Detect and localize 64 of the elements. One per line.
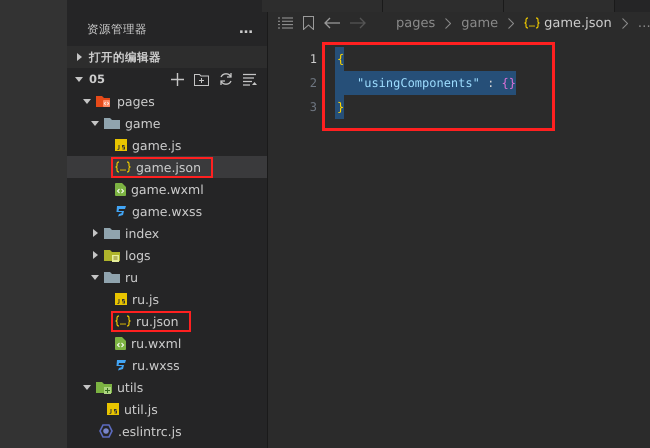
caret-down-icon[interactable] — [75, 75, 83, 83]
folder-icon — [104, 248, 120, 262]
file-item[interactable]: .eslintrc.js — [67, 420, 267, 442]
file-item[interactable]: game.wxss — [67, 200, 267, 222]
folder-item[interactable]: logs — [67, 244, 267, 266]
js-file-icon — [115, 139, 127, 151]
file-item[interactable]: ru.json — [67, 310, 267, 332]
braces-icon — [115, 161, 131, 173]
chevron-right-icon — [445, 18, 452, 28]
caret-down-icon[interactable] — [91, 119, 99, 127]
caret-down-icon[interactable] — [83, 383, 91, 391]
folder-icon — [104, 116, 120, 130]
caret-right-icon[interactable] — [91, 251, 99, 259]
file-item[interactable]: game.json — [67, 156, 267, 178]
breadcrumb-item[interactable]: game — [461, 16, 498, 30]
highlight-box: game.json — [111, 156, 213, 178]
folder-icon — [96, 94, 112, 108]
chevron-right-icon — [622, 18, 628, 28]
code-file-icon — [115, 182, 126, 196]
folder-icon — [104, 226, 120, 240]
file-item[interactable]: game.wxml — [67, 178, 267, 200]
caret-right-icon[interactable] — [75, 53, 83, 61]
caret-down-icon[interactable] — [91, 273, 99, 281]
section-header[interactable]: 05 — [67, 68, 267, 90]
file-item[interactable]: util.js — [67, 398, 267, 420]
css-file-icon — [115, 205, 127, 217]
highlight-box: ru.json — [111, 310, 191, 332]
refresh-icon[interactable] — [219, 72, 233, 86]
folder-item[interactable]: game — [67, 112, 267, 134]
folder-icon — [96, 380, 112, 394]
braces-icon — [115, 315, 131, 327]
breadcrumb-item[interactable]: game.json — [524, 16, 612, 30]
file-item[interactable]: game.js — [67, 134, 267, 156]
file-item[interactable]: ru.js — [67, 288, 267, 310]
folder-item[interactable]: utils — [67, 376, 267, 398]
back-arrow-icon[interactable] — [324, 17, 340, 29]
line-number: 2 — [308, 76, 318, 90]
css-file-icon — [115, 359, 127, 371]
js-file-icon — [115, 293, 127, 305]
bookmark-icon[interactable] — [303, 16, 314, 30]
new-folder-icon[interactable] — [194, 72, 209, 86]
folder-item[interactable]: index — [67, 222, 267, 244]
explorer-title: 资源管理器 — [87, 22, 147, 36]
line-number: 1 — [308, 52, 318, 66]
file-item[interactable]: ru.wxss — [67, 354, 267, 376]
list-icon[interactable] — [278, 17, 293, 29]
breadcrumb-item[interactable]: … — [638, 16, 650, 30]
caret-right-icon[interactable] — [91, 229, 99, 237]
breadcrumb-item[interactable]: pages — [396, 16, 436, 30]
file-item[interactable]: ru.wxml — [67, 332, 267, 354]
js-file-icon — [107, 403, 119, 415]
more-actions-button[interactable]: … — [239, 21, 253, 37]
code-file-icon — [115, 336, 126, 350]
folder-item[interactable]: ru — [67, 266, 267, 288]
plus-icon[interactable] — [171, 72, 184, 86]
line-number: 3 — [308, 100, 318, 114]
chevron-right-icon — [508, 18, 514, 28]
folder-icon — [104, 270, 120, 284]
braces-icon — [524, 17, 540, 29]
collapse-all-icon[interactable] — [243, 72, 257, 86]
hexagon-icon — [99, 424, 113, 438]
caret-down-icon[interactable] — [83, 97, 91, 105]
section-header[interactable]: 打开的编辑器 — [67, 46, 267, 68]
folder-item[interactable]: pages — [67, 90, 267, 112]
